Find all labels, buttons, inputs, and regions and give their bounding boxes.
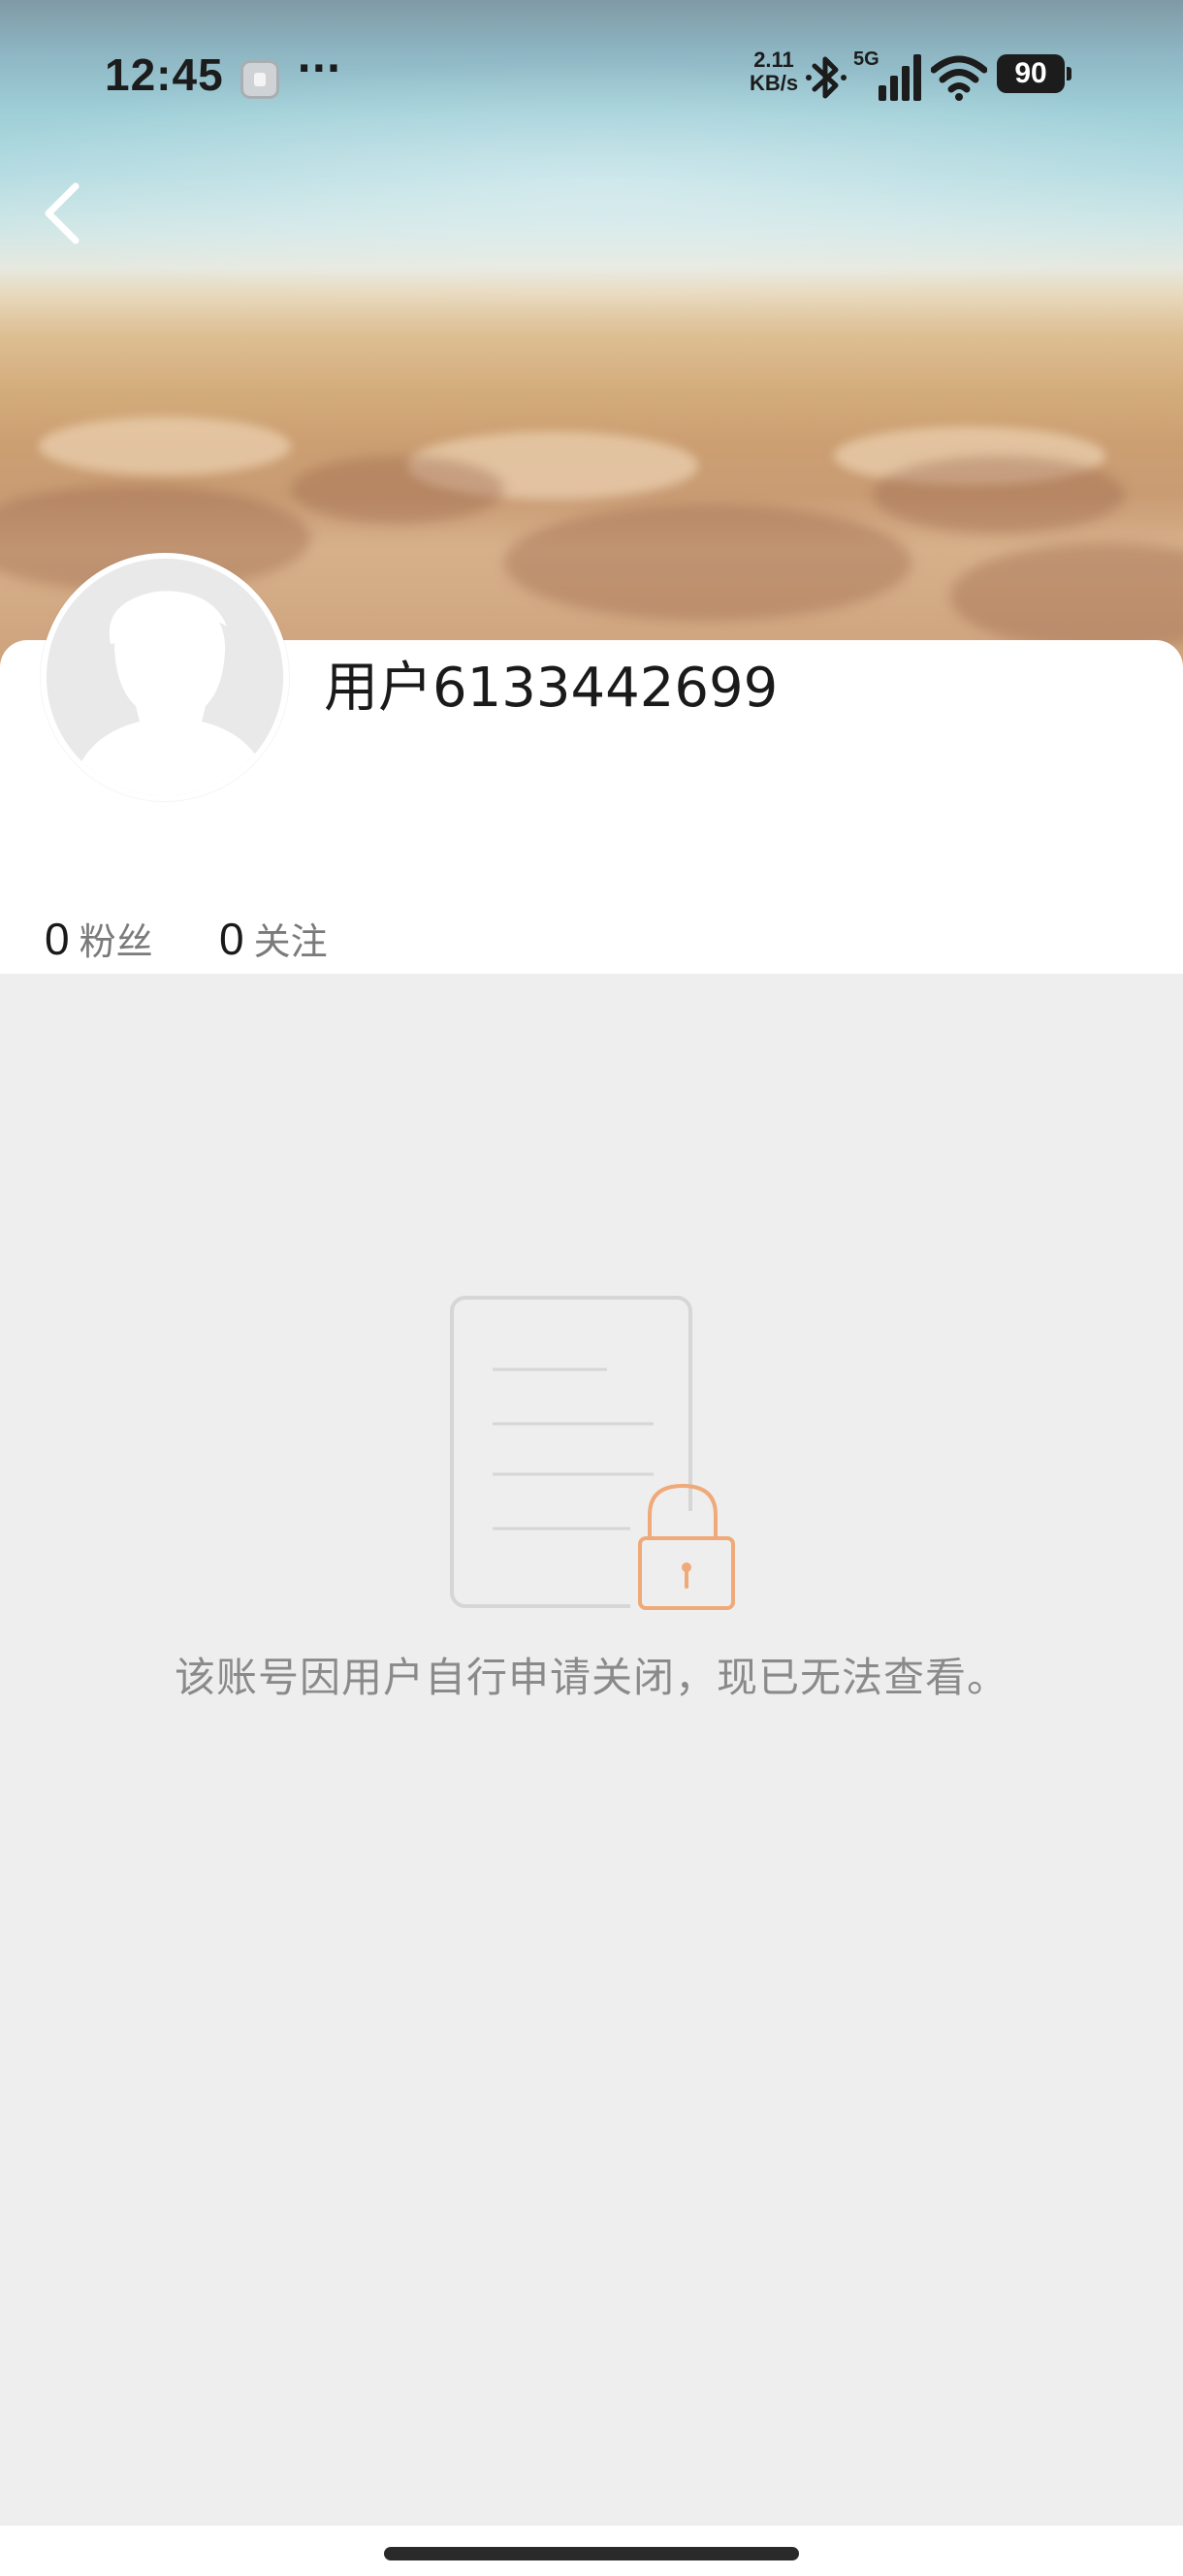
network-speed-unit: KB/s: [749, 71, 799, 95]
more-notifications-icon: ···: [297, 47, 341, 91]
network-speed-value: 2.11: [753, 48, 794, 72]
battery-icon: 90: [997, 54, 1071, 93]
following-count: 0: [219, 914, 244, 964]
status-bar: 12:45 ··· 2.11 KB/s 5G 90: [0, 39, 1183, 116]
account-closed-message: 该账号因用户自行申请关闭，现已无法查看。: [174, 1654, 1008, 1701]
status-time: 12:45: [105, 49, 224, 100]
battery-level: 90: [1014, 57, 1047, 89]
followers-label: 粉丝: [79, 920, 153, 963]
default-avatar-icon: [47, 559, 283, 795]
avatar[interactable]: [41, 553, 289, 801]
wifi-icon: [931, 55, 987, 101]
screen: 12:45 ··· 2.11 KB/s 5G 90 用户6133442699 0…: [0, 0, 1183, 2576]
followers-stat[interactable]: 0 粉丝: [45, 912, 153, 965]
home-indicator[interactable]: [384, 2547, 799, 2560]
following-stat[interactable]: 0 关注: [219, 912, 328, 965]
followers-count: 0: [45, 914, 70, 964]
network-speed: 2.11 KB/s: [745, 48, 803, 95]
signal-icon: 5G: [853, 48, 923, 105]
back-button[interactable]: [29, 175, 97, 252]
username: 用户6133442699: [324, 657, 779, 720]
app-notification-icon: [240, 60, 279, 99]
following-label: 关注: [253, 920, 328, 963]
chevron-left-icon: [45, 182, 80, 244]
locked-document-icon: [450, 1296, 735, 1610]
bluetooth-icon: [806, 56, 847, 99]
